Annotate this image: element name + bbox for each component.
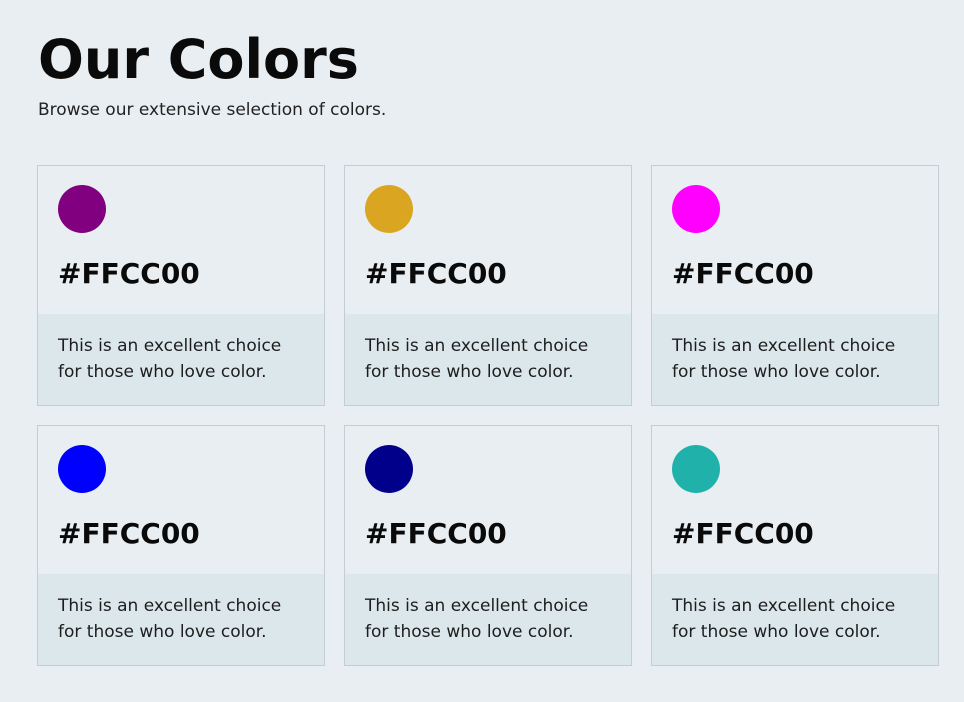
- color-grid: #FFCC00 This is an excellent choice for …: [37, 165, 939, 666]
- color-card[interactable]: #FFCC00 This is an excellent choice for …: [651, 425, 939, 666]
- card-description: This is an excellent choice for those wh…: [345, 314, 631, 405]
- card-description: This is an excellent choice for those wh…: [652, 314, 938, 405]
- card-description: This is an excellent choice for those wh…: [652, 574, 938, 665]
- color-hex-label: #FFCC00: [365, 257, 507, 290]
- color-swatch: [58, 445, 106, 493]
- card-header: #FFCC00: [652, 166, 938, 314]
- card-header: #FFCC00: [345, 166, 631, 314]
- color-swatch: [365, 445, 413, 493]
- card-header: #FFCC00: [652, 426, 938, 574]
- color-card[interactable]: #FFCC00 This is an excellent choice for …: [37, 425, 325, 666]
- color-hex-label: #FFCC00: [672, 517, 814, 550]
- card-header: #FFCC00: [38, 166, 324, 314]
- page-subtitle: Browse our extensive selection of colors…: [38, 100, 387, 120]
- card-header: #FFCC00: [38, 426, 324, 574]
- color-hex-label: #FFCC00: [672, 257, 814, 290]
- card-description: This is an excellent choice for those wh…: [345, 574, 631, 665]
- color-card[interactable]: #FFCC00 This is an excellent choice for …: [344, 425, 632, 666]
- page: Our Colors Browse our extensive selectio…: [0, 0, 964, 702]
- color-swatch: [672, 445, 720, 493]
- color-card[interactable]: #FFCC00 This is an excellent choice for …: [37, 165, 325, 406]
- color-hex-label: #FFCC00: [58, 257, 200, 290]
- color-swatch: [365, 185, 413, 233]
- card-description: This is an excellent choice for those wh…: [38, 574, 324, 665]
- card-description: This is an excellent choice for those wh…: [38, 314, 324, 405]
- color-swatch: [58, 185, 106, 233]
- color-hex-label: #FFCC00: [365, 517, 507, 550]
- color-card[interactable]: #FFCC00 This is an excellent choice for …: [344, 165, 632, 406]
- color-hex-label: #FFCC00: [58, 517, 200, 550]
- color-swatch: [672, 185, 720, 233]
- page-title: Our Colors: [38, 28, 359, 91]
- card-header: #FFCC00: [345, 426, 631, 574]
- color-card[interactable]: #FFCC00 This is an excellent choice for …: [651, 165, 939, 406]
